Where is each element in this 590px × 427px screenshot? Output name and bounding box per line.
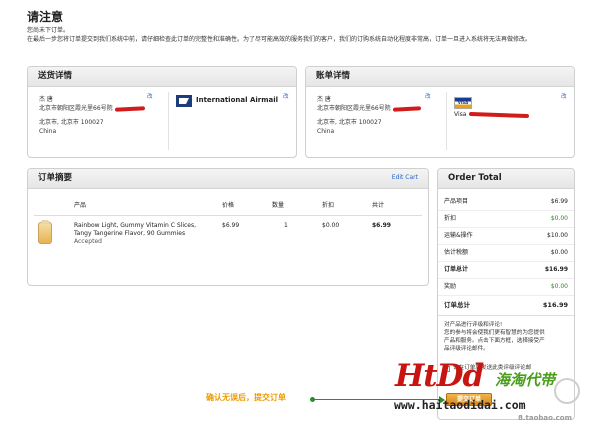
billing-card-title: 账单详情 [316,70,351,81]
total-row-shipping: 运输&操作 $10.00 [438,228,574,245]
product-total: $6.99 [372,222,391,230]
intro-text: 您尚未下订单。 在最后一步您将订单提交到我们系统中前，请仔细检查此订单的完整性和… [27,27,582,44]
watermark-circle-logo [554,378,580,404]
watermark-url: www.haitaodidai.com [394,398,526,412]
total-row-final: 订单总计 $16.99 [438,296,574,316]
shipping-card-title: 送货详情 [38,70,73,81]
review-note: 对产品进行评级和评论! 您的参与将会使我们更有智慧的为您提供 产品和服务。点击下… [444,322,545,353]
watermark-chinese: 海淘代带 [495,371,556,389]
column-total: 共计 [372,202,422,217]
shipping-card-header: 送货详情 [28,67,296,87]
billing-street: 北京市朝阳区霞光里66号院 [317,105,391,113]
shipping-city: 北京市, 北京市 100027 [39,118,104,126]
change-billing-address-link[interactable]: 改 [425,94,431,101]
visa-card-icon: VISA [454,97,472,109]
shipping-name: 杰 唐 [39,96,53,103]
total-row-tax: 估计税额 $0.00 [438,245,574,262]
table-row: Rainbow Light, Gummy Vitamin C Slices, T… [34,216,422,247]
usps-eagle-icon [176,95,192,107]
shipping-divider [168,92,169,150]
intro-line-2: 在最后一步您将订单提交到我们系统中前，请仔细检查此订单的完整性和准确性。为了尽可… [27,36,532,44]
column-price: 价格 [222,202,272,217]
watermark-small: 8.taobao.com [518,414,572,422]
product-status: Accepted [74,238,102,246]
shipping-details-card: 送货详情 杰 唐 北京市朝阳区霞光里66号院 北京市, 北京市 100027 C… [27,66,297,158]
product-qty: 1 [284,222,288,230]
change-shipping-address-link[interactable]: 改 [147,94,153,101]
redaction-mark [469,112,530,119]
order-total-rows: 产品项目 $6.99 折扣 $0.00 运输&操作 $10.00 估计税额 $0.00 … [438,189,574,316]
total-row-discount: 折扣 $0.00 [438,211,574,228]
table-header-row: 产品 价格 数量 折扣 共计 [34,202,422,217]
shipping-street: 北京市朝阳区霞光里66号院 [39,105,113,113]
column-qty: 数量 [272,202,322,217]
payment-card-type: Visa [454,111,467,118]
column-discount: 折扣 [322,202,372,217]
page-title: 请注意 [27,10,64,24]
order-summary-card: 订单摘要 Edit Cart 产品 价格 数量 折扣 共计 Rainbow Li… [27,168,429,286]
shipping-address: 杰 唐 北京市朝阳区霞光里66号院 北京市, 北京市 100027 China [39,95,164,136]
billing-country: China [317,127,335,135]
product-price: $6.99 [222,222,240,230]
order-summary-title: 订单摘要 [38,172,73,183]
intro-line-1: 您尚未下订单。 [27,27,70,34]
billing-card-header: 账单详情 [306,67,574,87]
billing-details-card: 账单详情 杰 唐 北京市朝阳区霞光里66号院 北京市, 北京市 100027 C… [305,66,575,158]
column-product: 产品 [74,202,222,217]
edit-cart-link[interactable]: Edit Cart [392,174,418,182]
payment-method: VISA Visa [454,97,530,119]
product-bottle-image [38,220,52,245]
product-name[interactable]: Rainbow Light, Gummy Vitamin C Slices, T… [74,222,214,238]
order-items-table-wrap: 产品 价格 数量 折扣 共计 Rainbow Light, Gummy Vita… [34,202,422,246]
annotation-text: 确认无误后，提交订单 [206,393,286,402]
shipping-method-name: International Airmail [196,96,279,105]
shipping-country: China [39,127,57,135]
product-discount: $0.00 [322,222,340,230]
watermark-brand: HtDd [395,358,484,394]
order-summary-header: 订单摘要 Edit Cart [28,169,428,189]
order-items-table: 产品 价格 数量 折扣 共计 Rainbow Light, Gummy Vita… [34,202,422,246]
change-payment-link[interactable]: 改 [561,94,567,101]
billing-address: 杰 唐 北京市朝阳区霞光里66号院 北京市, 北京市 100027 China [317,95,442,136]
visa-card-icon-label: VISA [457,100,469,106]
change-shipping-method-link[interactable]: 改 [283,94,289,101]
billing-name: 杰 唐 [317,96,331,103]
total-row-rewards: 奖励 $0.00 [438,279,574,296]
shipping-method: International Airmail [176,95,278,107]
billing-divider [446,92,447,150]
billing-city: 北京市, 北京市 100027 [317,118,382,126]
order-total-header: Order Total [438,169,574,189]
redaction-mark [114,106,145,112]
total-row-subtotal: 订单总计 $16.99 [438,262,574,279]
total-row-items: 产品项目 $6.99 [438,194,574,211]
order-total-title: Order Total [448,172,502,183]
redaction-mark [392,106,421,112]
